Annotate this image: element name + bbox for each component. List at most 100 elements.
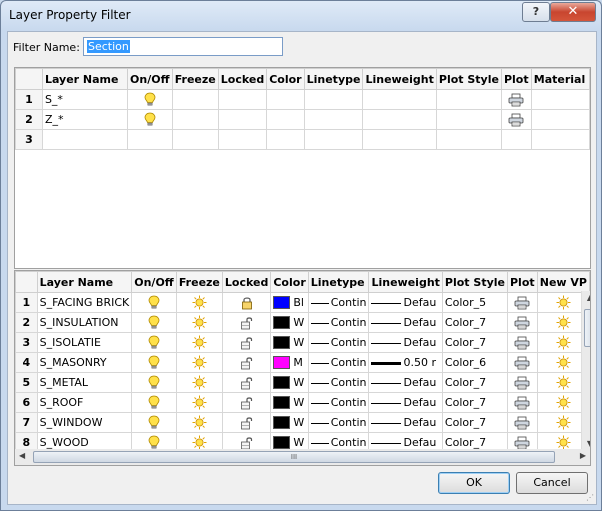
lineweight-cell[interactable]: 0.50 r (368, 352, 443, 373)
close-button[interactable]: ✕ (550, 2, 596, 22)
ok-button[interactable]: OK (438, 472, 510, 494)
locked-cell[interactable] (221, 292, 272, 313)
column-header[interactable]: Color (270, 271, 309, 293)
plot-cell[interactable] (506, 292, 538, 313)
scroll-up-arrow[interactable]: ▲ (582, 293, 590, 302)
plot-cell[interactable] (500, 109, 532, 130)
material-cell[interactable] (530, 109, 590, 130)
linetype-cell[interactable]: Contin (307, 352, 370, 373)
freeze-cell[interactable] (175, 352, 223, 373)
filter-layer-name-cell[interactable] (41, 129, 129, 150)
column-header[interactable]: Plot Style (441, 271, 508, 293)
filter-criteria-cell[interactable] (171, 109, 219, 130)
scroll-down-arrow[interactable]: ▼ (582, 439, 590, 448)
filter-criteria-cell[interactable] (435, 89, 502, 110)
plot-style-cell[interactable]: Color_7 (441, 332, 508, 353)
layer-row[interactable]: 5 S_METAL W Contin Defau Color_7 (15, 372, 590, 393)
column-header[interactable]: Linetype (307, 271, 370, 293)
horizontal-scroll-thumb[interactable]: III (33, 451, 555, 463)
column-header[interactable]: Locked (221, 271, 272, 293)
filter-criteria-cell[interactable] (362, 109, 437, 130)
column-header[interactable]: Layer Name (41, 68, 129, 90)
filter-criteria-cell[interactable] (303, 109, 364, 130)
plot-cell[interactable] (506, 352, 538, 373)
column-header[interactable]: On/Off (127, 68, 173, 90)
color-cell[interactable]: W (270, 312, 309, 333)
vertical-scroll-thumb[interactable] (584, 309, 590, 347)
column-header[interactable]: Freeze (171, 68, 219, 90)
material-cell[interactable] (530, 89, 590, 110)
on-off-cell[interactable] (131, 372, 177, 393)
plot-style-cell[interactable]: Color_7 (441, 372, 508, 393)
plot-cell[interactable] (500, 89, 532, 110)
plot-cell[interactable] (506, 412, 538, 433)
on-off-cell[interactable] (131, 312, 177, 333)
filter-criteria-cell[interactable] (435, 109, 502, 130)
on-off-cell[interactable] (131, 392, 177, 413)
scroll-left-arrow[interactable]: ◀ (19, 451, 25, 460)
freeze-cell[interactable] (175, 312, 223, 333)
linetype-cell[interactable]: Contin (307, 372, 370, 393)
column-header[interactable]: Linetype (303, 68, 364, 90)
filter-row[interactable]: 1 S_* (15, 89, 590, 110)
plot-cell[interactable] (506, 372, 538, 393)
column-header[interactable]: Plot (500, 68, 532, 90)
color-cell[interactable]: M (270, 352, 309, 373)
column-header[interactable] (15, 68, 43, 90)
column-header[interactable]: Plot (506, 271, 538, 293)
linetype-cell[interactable]: Contin (307, 392, 370, 413)
freeze-cell[interactable] (175, 392, 223, 413)
freeze-cell[interactable] (175, 372, 223, 393)
resize-grip-icon[interactable]: ⋰ (586, 493, 594, 502)
color-cell[interactable]: Bl (270, 292, 309, 313)
filter-criteria-cell[interactable] (303, 89, 364, 110)
filter-name-input[interactable]: Section (83, 37, 283, 56)
lineweight-cell[interactable]: Defau (368, 332, 443, 353)
filter-layer-name-cell[interactable]: S_* (41, 89, 129, 110)
locked-cell[interactable] (221, 332, 272, 353)
column-header[interactable]: Locked (217, 68, 268, 90)
column-header[interactable]: Layer Name (36, 271, 133, 293)
color-cell[interactable]: W (270, 372, 309, 393)
plot-style-cell[interactable]: Color_7 (441, 312, 508, 333)
lineweight-cell[interactable]: Defau (368, 292, 443, 313)
layer-row[interactable]: 3 S_ISOLATIE W Contin Defau Color_7 (15, 332, 590, 353)
filter-criteria-cell[interactable] (435, 129, 502, 150)
scroll-right-arrow[interactable]: ▶ (580, 451, 586, 460)
filter-criteria-cell[interactable] (362, 129, 437, 150)
locked-cell[interactable] (221, 372, 272, 393)
filter-criteria-cell[interactable] (362, 89, 437, 110)
column-header[interactable] (15, 271, 38, 293)
layer-row[interactable]: 2 S_INSULATION W Contin Defau Color_7 (15, 312, 590, 333)
on-off-cell[interactable] (131, 352, 177, 373)
lineweight-cell[interactable]: Defau (368, 392, 443, 413)
help-button[interactable]: ? (522, 2, 550, 22)
column-header[interactable]: Freeze (175, 271, 223, 293)
plot-cell[interactable] (506, 332, 538, 353)
on-off-cell[interactable] (127, 89, 173, 110)
filter-criteria-cell[interactable] (171, 129, 219, 150)
filter-criteria-cell[interactable] (217, 129, 268, 150)
on-off-cell[interactable] (131, 332, 177, 353)
freeze-cell[interactable] (175, 332, 223, 353)
color-cell[interactable]: W (270, 392, 309, 413)
filter-criteria-cell[interactable] (217, 109, 268, 130)
material-cell[interactable] (530, 129, 590, 150)
filter-criteria-cell[interactable] (217, 89, 268, 110)
plot-cell[interactable] (500, 129, 532, 150)
plot-cell[interactable] (506, 312, 538, 333)
locked-cell[interactable] (221, 352, 272, 373)
column-header[interactable]: Lineweight (368, 271, 443, 293)
filter-row[interactable]: 2 Z_* (15, 109, 590, 130)
column-header[interactable]: Lineweight (362, 68, 437, 90)
cancel-button[interactable]: Cancel (516, 472, 588, 494)
column-header[interactable]: New VP (536, 271, 590, 293)
preview-horizontal-scrollbar[interactable]: ◀ III ▶ (14, 449, 591, 466)
lineweight-cell[interactable]: Defau (368, 312, 443, 333)
filter-criteria-cell[interactable] (171, 89, 219, 110)
lineweight-cell[interactable]: Defau (368, 372, 443, 393)
column-header[interactable]: Color (266, 68, 305, 90)
column-header[interactable]: Material (530, 68, 590, 90)
linetype-cell[interactable]: Contin (307, 332, 370, 353)
plot-cell[interactable] (506, 392, 538, 413)
